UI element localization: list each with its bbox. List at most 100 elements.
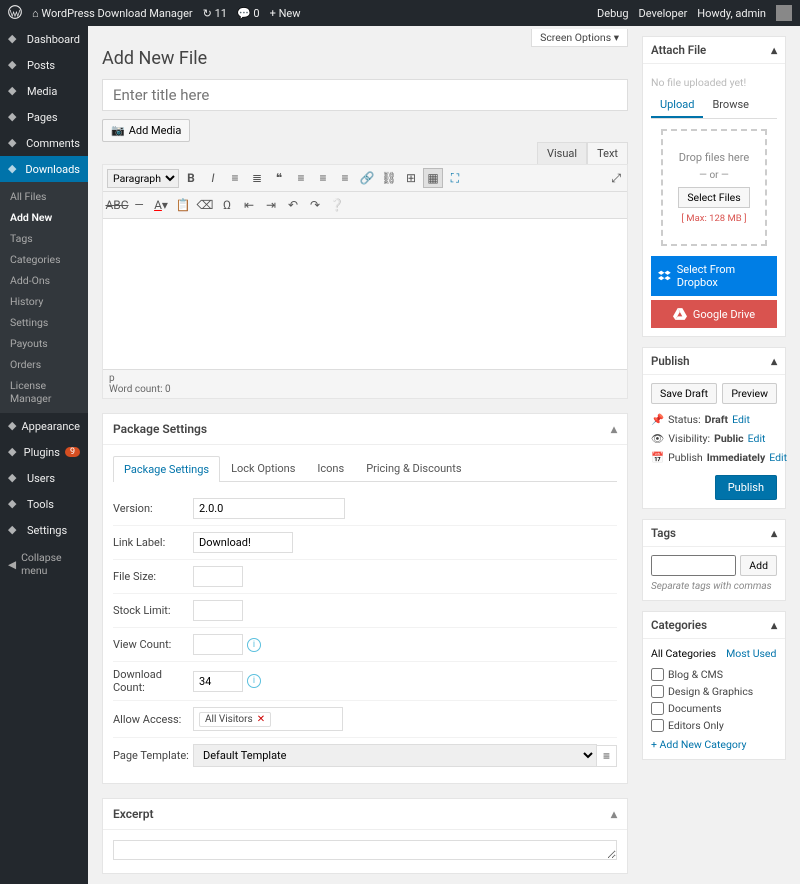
upload-tab[interactable]: Upload <box>651 93 703 118</box>
google-drive-button[interactable]: Google Drive <box>651 300 777 328</box>
download-input[interactable] <box>193 671 243 692</box>
sidebar-item-users[interactable]: ◆Users <box>0 465 88 491</box>
cat-tab-most[interactable]: Most Used <box>726 647 776 660</box>
sidebar-item-dashboard[interactable]: ◆Dashboard <box>0 26 88 52</box>
strike-button[interactable]: ABC <box>107 195 127 215</box>
link-button[interactable]: 🔗 <box>357 168 377 188</box>
publish-button[interactable]: Publish <box>715 475 777 500</box>
sidebar-item-tools[interactable]: ◆Tools <box>0 491 88 517</box>
category-checkbox[interactable] <box>651 685 664 698</box>
submenu-add-ons[interactable]: Add-Ons <box>0 270 88 291</box>
profile-link[interactable]: Howdy, admin <box>697 7 766 20</box>
submenu-license-manager[interactable]: License Manager <box>0 375 88 409</box>
quote-button[interactable]: ❝ <box>269 168 289 188</box>
sidebar-item-appearance[interactable]: ◆Appearance <box>0 413 88 439</box>
dropzone[interactable]: Drop files here — or — Select Files [ Ma… <box>661 129 767 246</box>
category-checkbox[interactable] <box>651 668 664 681</box>
updates-link[interactable]: ↻ 11 <box>203 7 227 20</box>
add-tag-button[interactable]: Add <box>740 555 777 576</box>
redo-button[interactable]: ↷ <box>305 195 325 215</box>
link-label-input[interactable] <box>193 532 293 553</box>
dropbox-button[interactable]: Select From Dropbox <box>651 256 777 296</box>
edit-schedule-link[interactable]: Edit <box>769 451 787 464</box>
submenu-payouts[interactable]: Payouts <box>0 333 88 354</box>
sidebar-item-comments[interactable]: ◆Comments <box>0 130 88 156</box>
view-input[interactable] <box>193 634 243 655</box>
preview-button[interactable]: Preview <box>722 383 777 404</box>
char-button[interactable]: Ω <box>217 195 237 215</box>
edit-status-link[interactable]: Edit <box>732 413 750 426</box>
category-checkbox[interactable] <box>651 702 664 715</box>
wp-logo[interactable] <box>8 5 22 22</box>
submenu-orders[interactable]: Orders <box>0 354 88 375</box>
post-title-input[interactable] <box>102 79 628 111</box>
comments-link[interactable]: 💬 0 <box>237 7 260 20</box>
add-category-link[interactable]: + Add New Category <box>651 738 746 751</box>
bold-button[interactable]: B <box>181 168 201 188</box>
submenu-add-new[interactable]: Add New <box>0 207 88 228</box>
panel-toggle[interactable]: ▴ <box>771 618 777 632</box>
toolbar-toggle-button[interactable]: ▦ <box>423 168 443 188</box>
submenu-all-files[interactable]: All Files <box>0 186 88 207</box>
version-input[interactable] <box>193 498 345 519</box>
clear-button[interactable]: ⌫ <box>195 195 215 215</box>
submenu-categories[interactable]: Categories <box>0 249 88 270</box>
pkg-tab-pricing-discounts[interactable]: Pricing & Discounts <box>355 455 472 481</box>
sidebar-item-downloads[interactable]: ◆Downloads <box>0 156 88 182</box>
panel-toggle[interactable]: ▴ <box>771 354 777 368</box>
hr-button[interactable]: — <box>129 195 149 215</box>
access-tag[interactable]: All Visitors✕ <box>199 712 271 727</box>
category-editors-only[interactable]: Editors Only <box>651 717 777 734</box>
screen-options-toggle[interactable]: Screen Options ▾ <box>531 29 628 47</box>
more-button[interactable]: ⊞ <box>401 168 421 188</box>
submenu-history[interactable]: History <box>0 291 88 312</box>
add-media-button[interactable]: 📷 Add Media <box>102 119 190 142</box>
sidebar-item-posts[interactable]: ◆Posts <box>0 52 88 78</box>
panel-toggle[interactable]: ▴ <box>771 43 777 57</box>
stock-input[interactable] <box>193 600 243 621</box>
file-size-input[interactable] <box>193 566 243 587</box>
align-left-button[interactable]: ≡ <box>291 168 311 188</box>
remove-tag-icon[interactable]: ✕ <box>257 714 265 725</box>
panel-toggle[interactable]: ▴ <box>771 526 777 540</box>
edit-visibility-link[interactable]: Edit <box>748 432 766 445</box>
debug-link[interactable]: Debug <box>597 7 628 20</box>
template-select[interactable]: Default Template <box>193 744 597 767</box>
template-settings-button[interactable]: ≡ <box>597 745 617 767</box>
submenu-tags[interactable]: Tags <box>0 228 88 249</box>
pkg-tab-lock-options[interactable]: Lock Options <box>220 455 306 481</box>
unlink-button[interactable]: ⛓ <box>379 168 399 188</box>
paste-button[interactable]: 📋 <box>173 195 193 215</box>
italic-button[interactable]: I <box>203 168 223 188</box>
select-files-button[interactable]: Select Files <box>678 187 749 208</box>
category-blog-cms[interactable]: Blog & CMS <box>651 666 777 683</box>
avatar[interactable] <box>776 5 792 21</box>
ul-button[interactable]: ≡ <box>225 168 245 188</box>
pkg-tab-icons[interactable]: Icons <box>306 455 355 481</box>
panel-toggle[interactable]: ▴ <box>611 422 617 436</box>
new-link[interactable]: + New <box>270 7 301 20</box>
editor-tab-visual[interactable]: Visual <box>537 142 587 164</box>
pkg-tab-package-settings[interactable]: Package Settings <box>113 456 220 482</box>
tags-input[interactable] <box>651 555 736 576</box>
ol-button[interactable]: ≣ <box>247 168 267 188</box>
info-icon[interactable]: i <box>247 638 261 652</box>
category-design-graphics[interactable]: Design & Graphics <box>651 683 777 700</box>
collapse-menu[interactable]: ◀ Collapse menu <box>0 543 88 585</box>
align-center-button[interactable]: ≡ <box>313 168 333 188</box>
indent-button[interactable]: ⇥ <box>261 195 281 215</box>
cat-tab-all[interactable]: All Categories <box>651 647 716 660</box>
sidebar-item-settings[interactable]: ◆Settings <box>0 517 88 543</box>
help-button[interactable]: ❔ <box>327 195 347 215</box>
distraction-free-button[interactable]: ⛶ <box>445 168 465 188</box>
editor-tab-text[interactable]: Text <box>587 142 628 164</box>
sidebar-item-media[interactable]: ◆Media <box>0 78 88 104</box>
align-right-button[interactable]: ≡ <box>335 168 355 188</box>
save-draft-button[interactable]: Save Draft <box>651 383 717 404</box>
panel-toggle[interactable]: ▴ <box>611 807 617 821</box>
textcolor-button[interactable]: A ▾ <box>151 195 171 215</box>
category-checkbox[interactable] <box>651 719 664 732</box>
browse-tab[interactable]: Browse <box>703 93 758 118</box>
submenu-settings[interactable]: Settings <box>0 312 88 333</box>
undo-button[interactable]: ↶ <box>283 195 303 215</box>
